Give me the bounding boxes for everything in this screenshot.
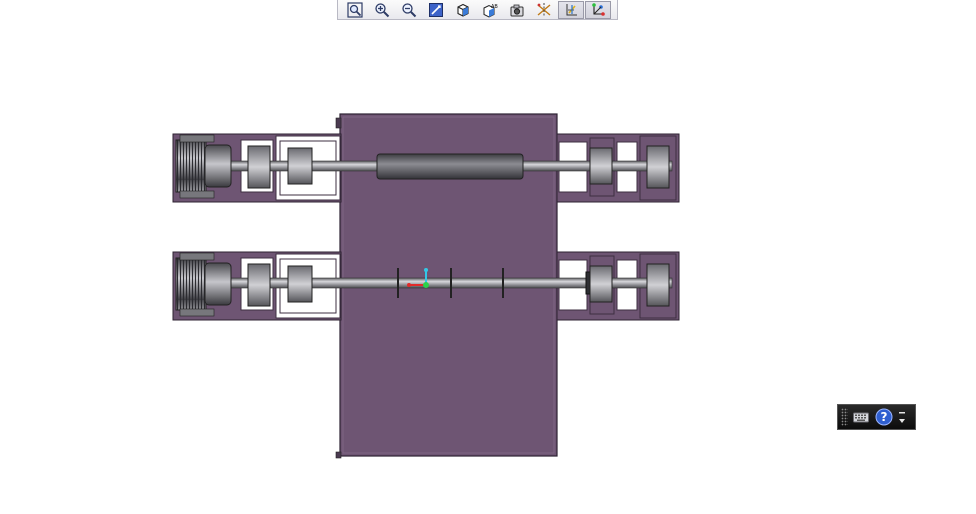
display-style-button[interactable] [558, 0, 584, 19]
repaint-icon [429, 2, 443, 17]
drag-grip-handle[interactable] [841, 408, 848, 426]
saved-views-icon: AB [483, 4, 498, 18]
screenshot-camera-icon [510, 4, 524, 16]
view-orientation-button[interactable] [450, 1, 476, 19]
view-cube-icon [457, 3, 469, 17]
zoom-window-icon [347, 1, 363, 18]
assembly-model[interactable] [0, 20, 976, 514]
chevron-down-icon [899, 412, 905, 423]
view-toolbar: AB [337, 0, 618, 20]
saved-views-label: AB [491, 4, 498, 10]
datum-display-button[interactable] [531, 1, 557, 19]
display-style-icon [566, 3, 577, 15]
spin-center-button[interactable] [585, 0, 611, 19]
minibar-options-button[interactable] [897, 407, 907, 427]
help-label: ? [881, 410, 888, 424]
keyboard-icon [853, 412, 869, 423]
mini-toolbar: ? [837, 404, 916, 430]
zoom-out-icon [402, 2, 417, 17]
saved-views-button[interactable]: AB [477, 1, 503, 19]
help-icon: ? [875, 408, 893, 426]
repaint-button[interactable] [423, 1, 449, 19]
spin-center-icon [592, 2, 605, 16]
graphics-window[interactable] [0, 20, 976, 514]
help-button[interactable]: ? [874, 407, 894, 427]
zoom-in-icon [375, 2, 390, 17]
datum-display-icon [537, 2, 551, 17]
zoom-window-button[interactable] [342, 1, 368, 19]
zoom-out-button[interactable] [396, 1, 422, 19]
keyboard-button[interactable] [851, 407, 871, 427]
screenshot-button[interactable] [504, 1, 530, 19]
zoom-in-button[interactable] [369, 1, 395, 19]
